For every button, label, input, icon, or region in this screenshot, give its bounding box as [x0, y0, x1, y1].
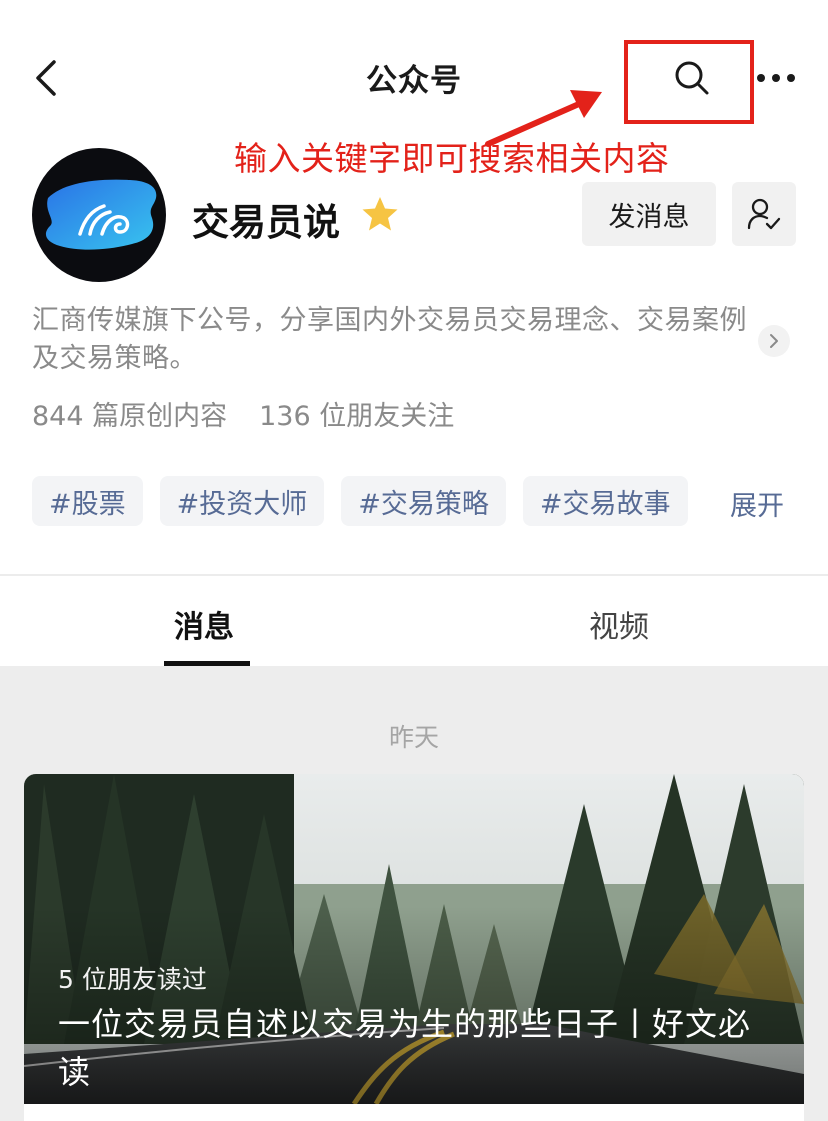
- followers-count[interactable]: 136 位朋友关注: [259, 401, 454, 432]
- search-button[interactable]: [658, 52, 726, 104]
- tag-item[interactable]: #交易故事: [522, 476, 688, 526]
- annotation-text: 输入关键字即可搜索相关内容: [234, 139, 670, 178]
- more-button[interactable]: [752, 60, 800, 96]
- account-name: 交易员说: [192, 201, 340, 244]
- original-count[interactable]: 844 篇原创内容: [32, 401, 227, 432]
- star-icon: [362, 197, 398, 231]
- follow-button[interactable]: [732, 182, 796, 246]
- tab-messages[interactable]: 消息: [174, 602, 234, 646]
- tag-item[interactable]: #股票: [32, 476, 143, 526]
- wave-logo-icon: [45, 179, 157, 250]
- tab-videos[interactable]: 视频: [589, 602, 649, 646]
- tag-item[interactable]: #交易策略: [341, 476, 506, 526]
- article-card[interactable]: 5 位朋友读过 一位交易员自述以交易为生的那些日子丨好文必读: [24, 774, 804, 1104]
- account-description: 汇商传媒旗下公号，分享国内外交易员交易理念、交易案例及交易策略。: [32, 305, 747, 374]
- follow-icon: [747, 198, 781, 230]
- message-feed: 昨天 5 位朋友读过 一位交易员自述以交易为生的那些日子丨好文必读: [0, 666, 828, 1121]
- tag-list: #股票 #投资大师 #交易策略 #交易故事: [32, 476, 688, 526]
- card-footer: [24, 1104, 804, 1121]
- tag-item[interactable]: #投资大师: [159, 476, 325, 526]
- nav-bar: 公众号: [0, 0, 828, 150]
- description-more-button[interactable]: [758, 325, 790, 357]
- search-icon: [675, 61, 709, 95]
- send-message-button[interactable]: 发消息: [582, 182, 716, 246]
- date-label: 昨天: [388, 723, 439, 752]
- more-icon: [757, 74, 795, 82]
- chevron-right-icon: [770, 334, 778, 348]
- friends-read-count: 5 位朋友读过: [58, 965, 207, 994]
- tab-bar: 消息 视频: [0, 576, 828, 666]
- expand-tags-link[interactable]: 展开: [730, 484, 784, 523]
- avatar[interactable]: [32, 148, 166, 282]
- account-stats: 844 篇原创内容 136 位朋友关注: [32, 394, 454, 433]
- article-title: 一位交易员自述以交易为生的那些日子丨好文必读: [58, 1005, 752, 1091]
